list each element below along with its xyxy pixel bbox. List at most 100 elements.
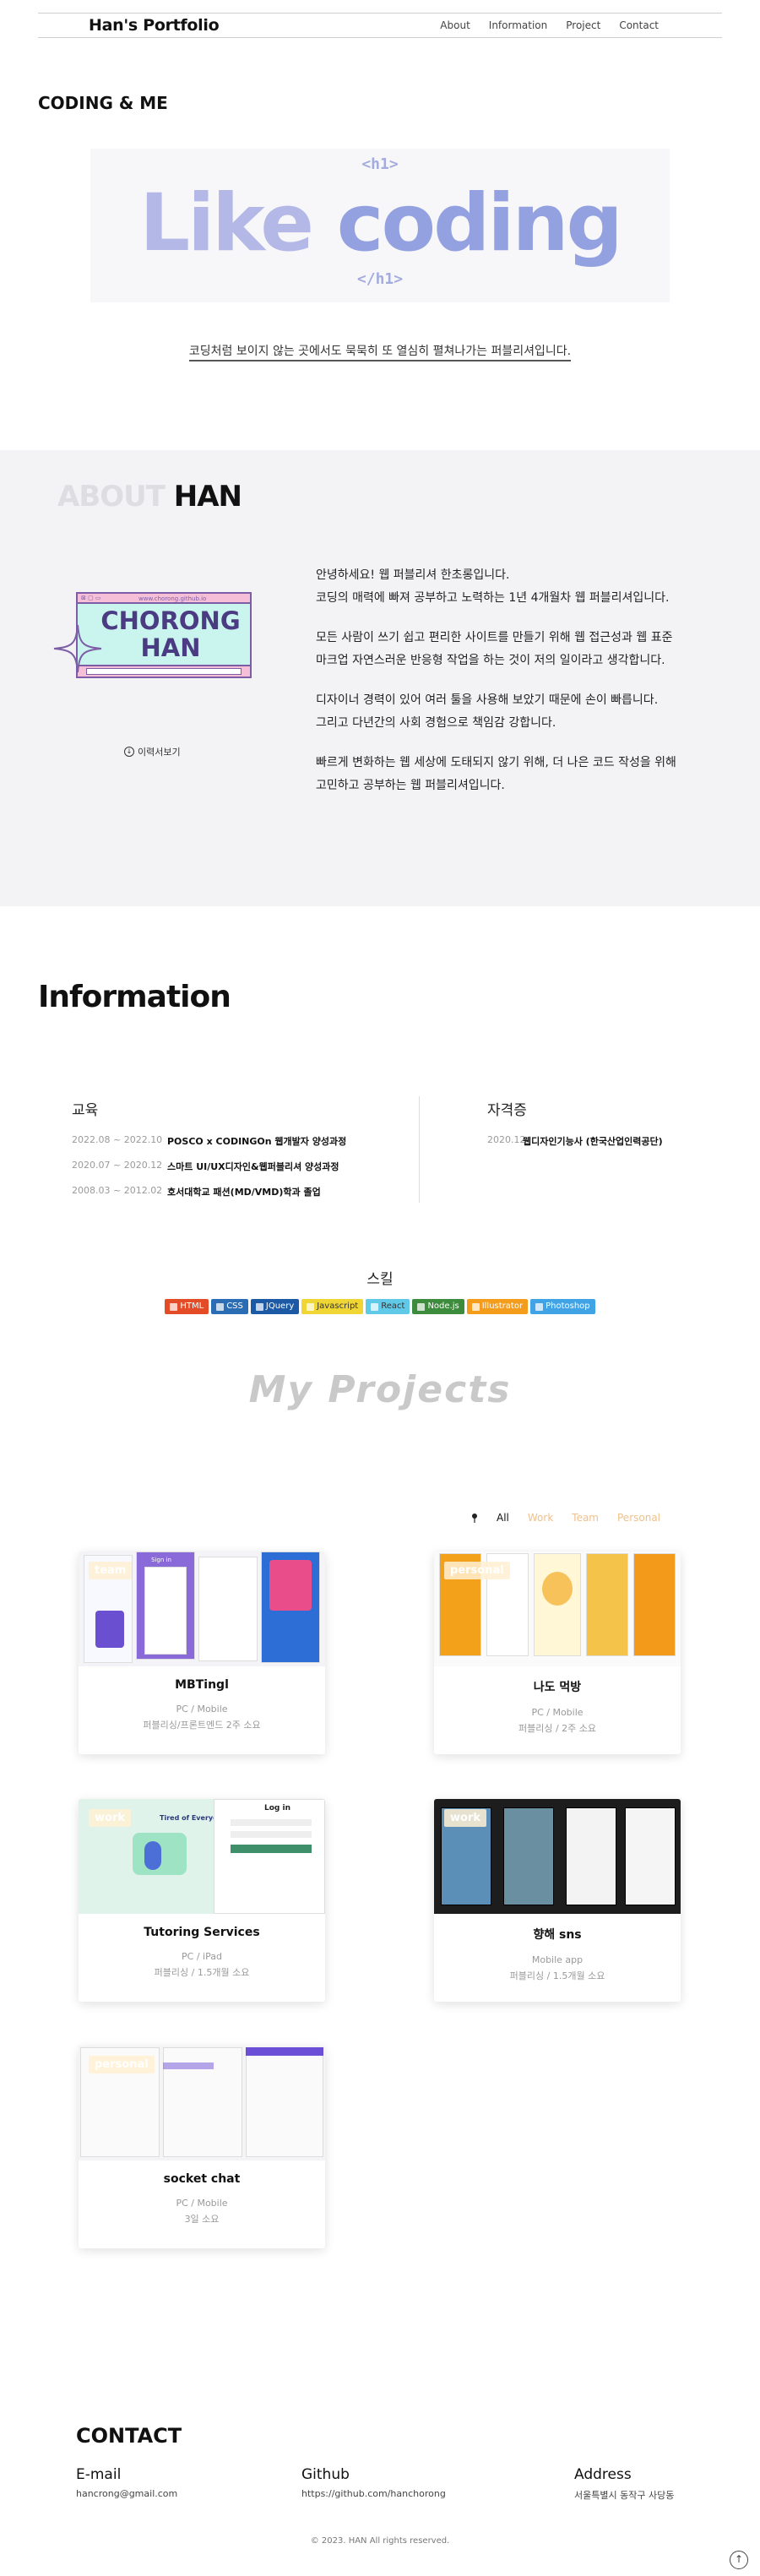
about-paragraph: 안녕하세요! 웹 퍼블리셔 한초롱입니다. 코딩의 매력에 빠져 공부하고 노력…: [316, 564, 704, 610]
project-card-tutoring[interactable]: Tired of Everyday Test Prep? Log in work…: [79, 1799, 325, 2002]
heading-word-coding: coding: [336, 177, 623, 269]
project-card-socket-chat[interactable]: personal socket chat PC / Mobile 3일 소요: [79, 2046, 325, 2248]
projects-title: My Projects: [248, 1368, 512, 1411]
project-tag: personal: [89, 2056, 155, 2073]
skill-badge-jquery: JQuery: [250, 1299, 300, 1314]
react-icon: [371, 1302, 379, 1311]
window-name-line1: CHORONG: [100, 606, 241, 635]
contact-address-value: 서울특별시 동작구 사당동: [574, 2490, 675, 2501]
h1-open-tag: <h1>: [361, 155, 399, 173]
arrow-up-icon: ↑: [734, 2553, 744, 2565]
education-text: 스마트 UI/UX디자인&웹퍼블리셔 양성과정: [167, 1161, 339, 1172]
skill-label: Javascript: [317, 1302, 359, 1311]
about-description: 안녕하세요! 웹 퍼블리셔 한초롱입니다. 코딩의 매력에 빠져 공부하고 노력…: [316, 564, 704, 814]
about-line: 고민하고 공부하는 웹 퍼블리셔입니다.: [316, 779, 505, 792]
window-name-line2: HAN: [140, 633, 201, 662]
contact-github-link[interactable]: https://github.com/hanchorong: [301, 2488, 446, 2499]
site-header: Han's Portfolio About Information Projec…: [38, 13, 722, 38]
education-date: 2008.03 ~ 2012.02: [72, 1185, 163, 1196]
main-nav: About Information Project Contact: [440, 19, 659, 31]
filter-work[interactable]: Work: [528, 1512, 553, 1524]
skill-label: React: [381, 1302, 405, 1311]
about-title-dark: HAN: [173, 480, 242, 514]
html-icon: [170, 1302, 178, 1311]
about-paragraph: 디자이너 경력이 있어 여러 툴을 사용해 보았기 때문에 손이 빠릅니다. 그…: [316, 689, 704, 735]
skill-label: Photoshop: [546, 1302, 590, 1311]
javascript-icon: [307, 1302, 315, 1311]
window-scrollbar: [78, 665, 250, 677]
contact-address: Address 서울특별시 동작구 사당동: [574, 2466, 674, 2502]
project-meta: 퍼블리싱 / 2주 소요: [518, 1723, 597, 1734]
skill-badge-photoshop: Photoshop: [530, 1299, 595, 1314]
intro-tagline-text: 코딩처럼 보이지 않는 곳에서도 묵묵히 또 열심히 펼쳐나가는 퍼블리셔입니다…: [188, 345, 572, 361]
window-url: www.chorong.github.io: [138, 595, 207, 602]
project-filters: All Work Team Personal: [471, 1512, 660, 1524]
window-body: CHORONG HAN: [78, 604, 250, 663]
project-title: Tutoring Services: [144, 1926, 260, 1939]
project-card-mukbang[interactable]: personal 나도 먹방 PC / Mobile 퍼블리싱 / 2주 소요: [434, 1552, 681, 1754]
information-title: Information: [38, 980, 231, 1014]
about-line: 코딩의 매력에 빠져 공부하고 노력하는 1년 4개월차 웹 퍼블리셔입니다.: [316, 591, 670, 605]
pin-icon: [472, 1514, 477, 1523]
project-tag: work: [444, 1809, 486, 1827]
contact-email-heading: E-mail: [76, 2466, 122, 2483]
skill-badges: HTML CSS JQuery Javascript React Node.js…: [0, 1299, 760, 1314]
project-meta: 퍼블리싱 / 1.5개월 소요: [509, 1970, 605, 1981]
about-paragraph: 빠르게 변화하는 웹 세상에 도태되지 않기 위해, 더 나은 코드 작성을 위…: [316, 752, 704, 797]
filter-team[interactable]: Team: [572, 1512, 599, 1524]
contact-github: Github https://github.com/hanchorong: [301, 2466, 446, 2499]
project-platform: PC / iPad: [182, 1951, 222, 1962]
nav-about[interactable]: About: [440, 19, 470, 31]
about-paragraph: 모든 사람이 쓰기 쉽고 편리한 사이트를 만들기 위해 웹 접근성과 웹 표준…: [316, 627, 704, 672]
nodejs-icon: [417, 1302, 426, 1311]
project-tag: team: [89, 1562, 133, 1579]
education-date: 2022.08 ~ 2022.10: [72, 1134, 163, 1145]
project-platform: PC / Mobile: [176, 1704, 228, 1715]
project-title: 나도 먹방: [533, 1681, 582, 1694]
skill-badge-nodejs: Node.js: [412, 1299, 464, 1314]
filter-personal[interactable]: Personal: [617, 1512, 660, 1524]
portfolio-page: Han's Portfolio About Information Projec…: [0, 0, 760, 2576]
window-name: CHORONG HAN: [95, 607, 247, 661]
skill-label: Node.js: [427, 1302, 459, 1311]
resume-button[interactable]: ↓ 이력서보기: [124, 745, 181, 758]
h1-close-tag: </h1>: [356, 270, 404, 288]
illustrator-icon: [471, 1302, 480, 1311]
project-tag: personal: [444, 1562, 510, 1579]
about-section: ABOUT HAN ⊠ ▢ ▭ www.chorong.github.io CH…: [0, 450, 760, 906]
nav-contact[interactable]: Contact: [619, 19, 659, 31]
photoshop-icon: [535, 1302, 544, 1311]
scroll-top-button[interactable]: ↑: [730, 2551, 748, 2569]
about-line: 안녕하세요! 웹 퍼블리셔 한초롱입니다.: [316, 568, 510, 582]
education-heading: 교육: [72, 1102, 99, 1119]
education-list: 교육 2022.08 ~ 2022.10 POSCO x CODINGOn 웹개…: [72, 1098, 346, 1210]
project-thumbnail: personal: [79, 2046, 325, 2160]
project-card-sns[interactable]: work 향해 sns Mobile app 퍼블리싱 / 1.5개월 소요: [434, 1799, 681, 2002]
about-title: ABOUT HAN: [57, 480, 242, 514]
project-thumbnail: work: [434, 1799, 681, 1914]
skill-label: Illustrator: [481, 1302, 524, 1311]
certificate-date: 2020.12: [487, 1134, 526, 1145]
window-titlebar: ⊠ ▢ ▭ www.chorong.github.io: [78, 594, 250, 604]
css-icon: [216, 1302, 225, 1311]
project-platform: PC / Mobile: [531, 1707, 584, 1718]
project-meta: 퍼블리싱/프론트엔드 2주 소요: [143, 1720, 261, 1731]
coding-section-title: CODING & ME: [38, 93, 168, 113]
filter-all[interactable]: All: [497, 1512, 509, 1524]
skill-heading: 스킬: [366, 1271, 394, 1288]
project-title: MBTingl: [175, 1678, 229, 1692]
sparkle-icon: [53, 624, 102, 673]
skill-badge-css: CSS: [211, 1299, 248, 1314]
project-platform: Mobile app: [531, 1954, 584, 1965]
nav-project[interactable]: Project: [566, 19, 600, 31]
project-thumbnail: Tired of Everyday Test Prep? Log in work: [79, 1799, 325, 1914]
site-logo[interactable]: Han's Portfolio: [89, 16, 220, 35]
window-controls-icon: ⊠ ▢ ▭: [81, 595, 101, 601]
education-row: 2022.08 ~ 2022.10 POSCO x CODINGOn 웹개발자 …: [72, 1134, 346, 1148]
contact-email-value[interactable]: hancrong@gmail.com: [76, 2488, 177, 2499]
skill-badge-illustrator: Illustrator: [466, 1299, 529, 1314]
project-card-mbtingl[interactable]: Sign in team MBTingl PC / Mobile 퍼블리싱/프론…: [79, 1552, 325, 1754]
skill-label: CSS: [226, 1302, 243, 1311]
nav-information[interactable]: Information: [489, 19, 547, 31]
mbting-signin-text: Sign in: [151, 1557, 171, 1563]
